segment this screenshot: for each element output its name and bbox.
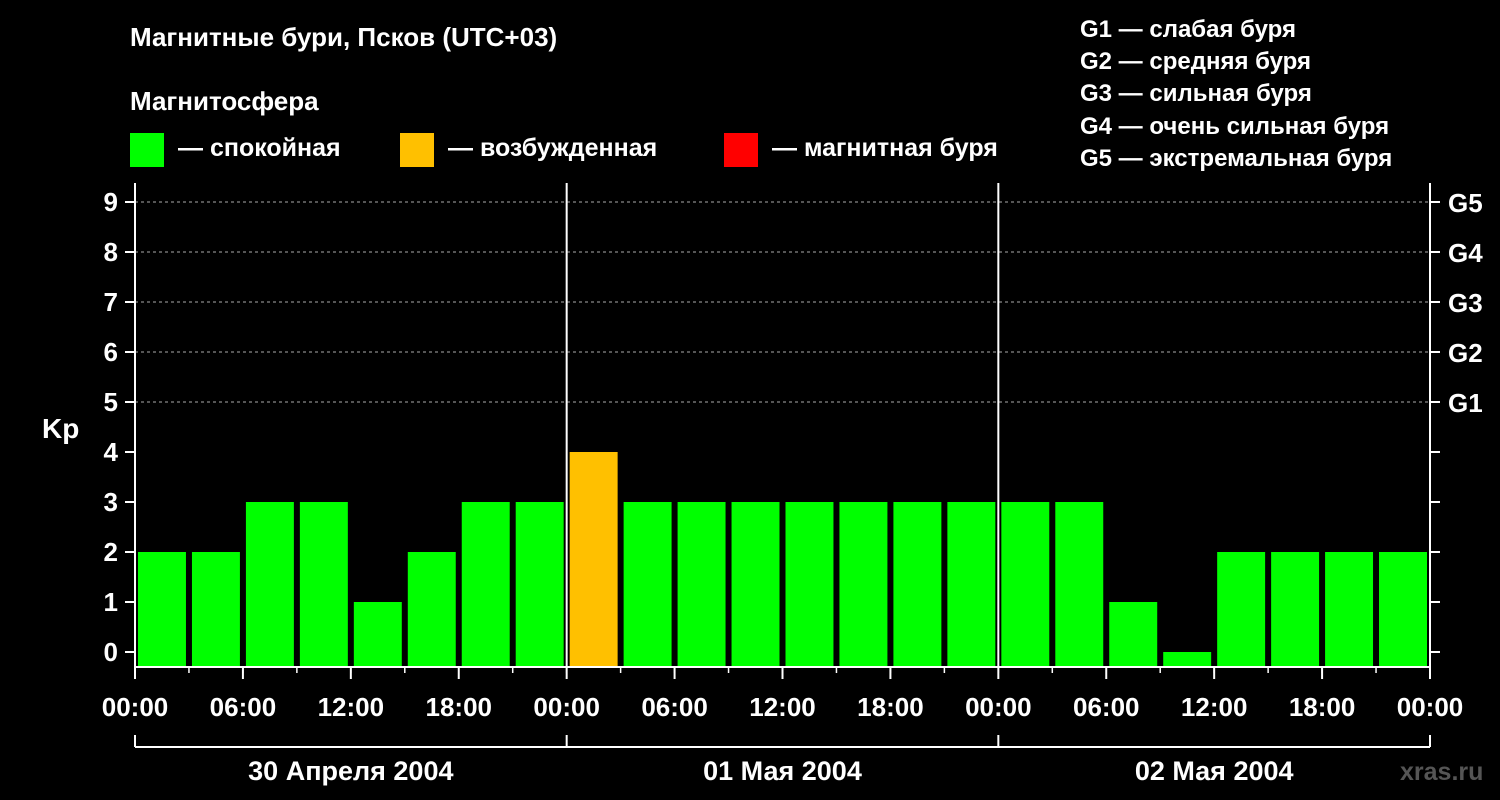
kp-bar-9 [623,502,672,667]
y-tick-label-3: 3 [104,487,118,517]
y-tick-label-1: 1 [104,587,118,617]
y-axis-label: Kp [42,413,79,444]
g-axis-label-g3: G3 [1448,288,1483,318]
x-tick-label-10: 12:00 [1181,692,1248,722]
kp-bar-19 [1163,652,1212,667]
x-tick-label-8: 00:00 [965,692,1032,722]
x-tick-label-6: 12:00 [749,692,816,722]
kp-bar-11 [731,502,780,667]
kp-bar-1 [191,552,240,667]
day-label-2: 02 Мая 2004 [1135,756,1294,786]
y-tick-label-7: 7 [104,287,118,317]
day-label-1: 01 Мая 2004 [703,756,862,786]
y-tick-label-9: 9 [104,187,118,217]
kp-bar-5 [407,552,456,667]
g-axis-label-g2: G2 [1448,338,1483,368]
watermark: xras.ru [1400,758,1484,786]
y-tick-label-2: 2 [104,537,118,567]
x-tick-label-7: 18:00 [857,692,924,722]
kp-bar-8 [569,452,618,667]
y-tick-label-8: 8 [104,237,118,267]
x-tick-label-12: 00:00 [1397,692,1464,722]
y-tick-label-0: 0 [104,637,118,667]
x-tick-label-2: 12:00 [318,692,385,722]
kp-bar-6 [461,502,510,667]
kp-bar-chart: 0 1 2 3 4 5 6 7 8 9 G1 G2 G3 G4 G5 Kp 00:00 06:00 12:00 18:… [42,183,1483,786]
g-axis-label-g4: G4 [1448,238,1483,268]
x-tick-label-4: 00:00 [533,692,600,722]
kp-bar-21 [1271,552,1320,667]
y-tick-label-6: 6 [104,337,118,367]
x-tick-label-11: 18:00 [1289,692,1356,722]
kp-bar-7 [515,502,564,667]
kp-bar-18 [1109,602,1158,667]
g-axis-label-g5: G5 [1448,188,1483,218]
y-tick-label-4: 4 [104,437,119,467]
x-tick-label-5: 06:00 [641,692,708,722]
kp-bar-14 [893,502,942,667]
kp-bar-2 [245,502,294,667]
kp-bar-13 [839,502,888,667]
day-label-0: 30 Апреля 2004 [248,756,453,786]
kp-bar-22 [1325,552,1374,667]
kp-bar-17 [1055,502,1104,667]
kp-bar-4 [353,602,402,667]
g-axis-label-g1: G1 [1448,388,1483,418]
x-tick-label-1: 06:00 [210,692,277,722]
kp-bar-0 [138,552,186,667]
kp-bar-20 [1217,552,1266,667]
y-tick-label-5: 5 [104,387,118,417]
x-tick-label-3: 18:00 [426,692,493,722]
kp-bar-12 [785,502,834,667]
kp-bar-15 [947,502,996,667]
kp-bar-16 [1001,502,1050,667]
x-tick-label-9: 06:00 [1073,692,1140,722]
kp-bar-3 [299,502,348,667]
kp-bar-23 [1379,552,1427,667]
kp-bar-10 [677,502,726,667]
x-tick-label-0: 00:00 [102,692,169,722]
